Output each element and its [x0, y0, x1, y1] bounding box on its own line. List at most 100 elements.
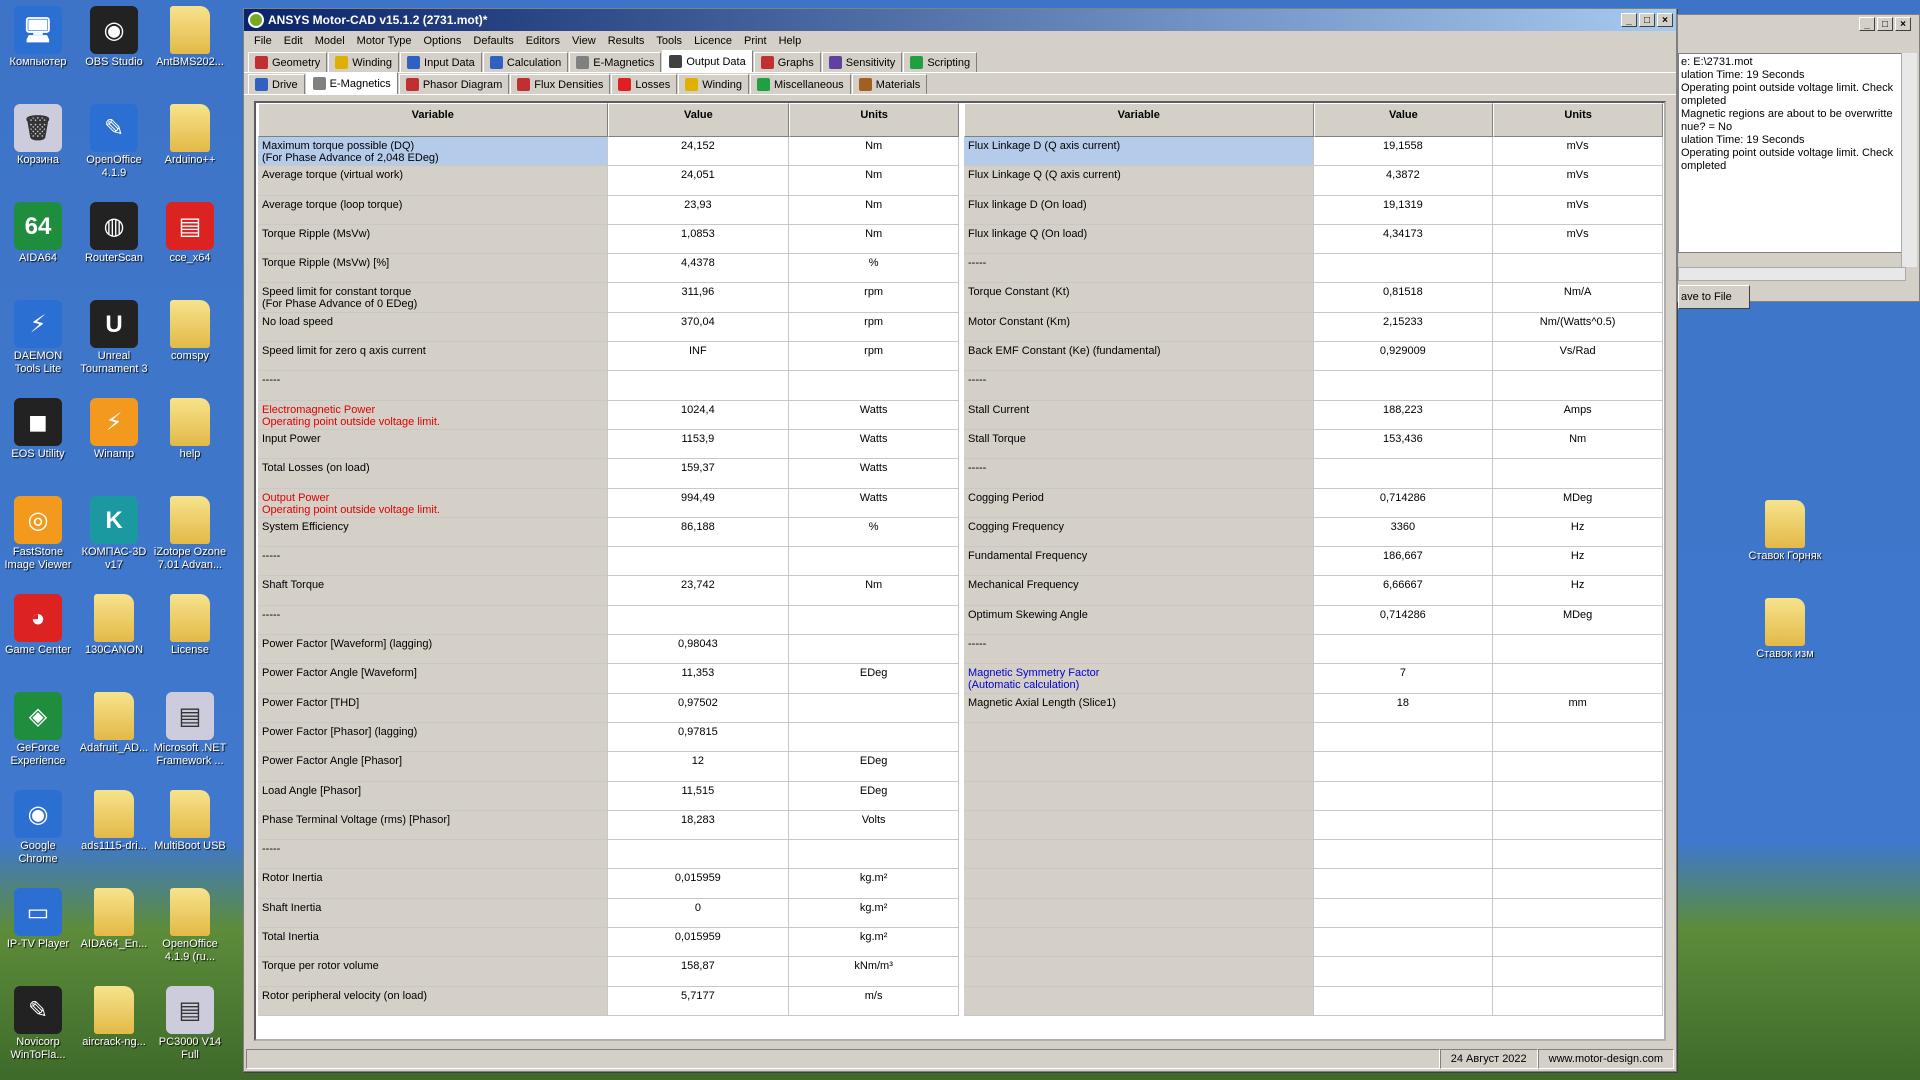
subtab-flux-densities[interactable]: Flux Densities — [510, 74, 611, 94]
table-row[interactable]: ----- — [964, 254, 1664, 284]
tab-output-data[interactable]: Output Data — [662, 50, 753, 72]
table-row[interactable] — [964, 781, 1664, 811]
table-row[interactable]: Power Factor [Phasor] (lagging) 0,97815 — [258, 722, 960, 753]
table-row[interactable]: Speed limit for zero q axis current INF rp… — [258, 342, 960, 372]
table-row[interactable]: Speed limit for constant torque (For Phas… — [258, 283, 960, 313]
table-row[interactable] — [964, 957, 1664, 987]
table-row[interactable]: Torque per rotor volume 158,87 kNm/m³ — [258, 957, 960, 987]
desktop-icon[interactable]: Ставок Горняк — [1745, 496, 1825, 563]
desktop-icon[interactable]: ◍ RouterScan — [76, 198, 152, 265]
log-horizontal-scrollbar[interactable] — [1678, 267, 1906, 281]
tab-winding[interactable]: Winding — [328, 52, 400, 72]
table-row[interactable]: Average torque (loop torque) 23,93 Nm — [258, 195, 960, 225]
variable-header[interactable]: Variable — [964, 103, 1314, 137]
table-row[interactable]: System Efficiency 86,188% — [258, 517, 960, 548]
log-vertical-scrollbar[interactable] — [1901, 53, 1917, 267]
subtab-losses[interactable]: Losses — [611, 74, 678, 94]
desktop-icon[interactable]: ✎ Novicorp WinToFla... — [0, 982, 76, 1062]
table-row[interactable]: Cogging Frequency 3360 Hz — [964, 517, 1664, 548]
table-row[interactable]: Power Factor [THD] 0,97502 — [258, 693, 960, 723]
table-row[interactable] — [964, 752, 1664, 782]
subtab-materials[interactable]: Materials — [851, 74, 928, 94]
table-row[interactable] — [964, 840, 1664, 870]
desktop-icon[interactable]: ▤ Microsoft .NET Framework ... — [152, 688, 228, 768]
table-row[interactable]: ----- — [258, 605, 960, 636]
table-row[interactable]: Rotor peripheral velocity (on load) 5,717… — [258, 986, 960, 1016]
menu-file[interactable]: File — [248, 35, 278, 47]
table-row[interactable]: ----- — [964, 635, 1664, 665]
table-row[interactable]: ----- — [964, 371, 1664, 401]
table-row[interactable]: Power Factor Angle [Waveform] 11,353 EDeg — [258, 664, 960, 694]
table-row[interactable]: Phase Terminal Voltage (rms) [Phasor] 18,… — [258, 810, 960, 841]
menu-licence[interactable]: Licence — [688, 35, 738, 47]
desktop-icon[interactable]: comspy — [152, 296, 228, 363]
table-row[interactable]: ----- — [258, 547, 960, 577]
title-bar[interactable]: ANSYS Motor-CAD v15.1.2 (2731.mot)* _ □ … — [244, 9, 1676, 31]
table-row[interactable]: Flux linkage D (On load) 19,1319 mVs — [964, 195, 1664, 225]
subtab-phasor-diagram[interactable]: Phasor Diagram — [398, 74, 510, 94]
table-row[interactable] — [964, 722, 1664, 753]
table-row[interactable]: Power Factor [Waveform] (lagging) 0,98043 — [258, 635, 960, 665]
desktop-icon[interactable]: aircrack-ng... — [76, 982, 152, 1049]
units-header[interactable]: Units — [1493, 103, 1664, 137]
menu-defaults[interactable]: Defaults — [467, 35, 519, 47]
desktop-icon[interactable]: ⚡ Winamp — [76, 394, 152, 461]
units-header[interactable]: Units — [789, 103, 959, 137]
desktop-icon[interactable]: K КОМПАС-3D v17 — [76, 492, 152, 572]
close-button[interactable]: × — [1657, 13, 1673, 27]
desktop-icon[interactable]: Arduino++ — [152, 100, 228, 167]
menu-print[interactable]: Print — [738, 35, 773, 47]
table-row[interactable]: ----- — [258, 840, 960, 870]
value-header[interactable]: Value — [1313, 103, 1494, 137]
desktop-icon[interactable]: ◼ EOS Utility — [0, 394, 76, 461]
desktop-icon[interactable]: U Unreal Tournament 3 — [76, 296, 152, 376]
table-row[interactable]: Power Factor Angle [Phasor] 12 EDeg — [258, 752, 960, 782]
desktop-icon[interactable]: ✎ OpenOffice 4.1.9 — [76, 100, 152, 180]
table-row[interactable]: Cogging Period 0,714286 MDeg — [964, 488, 1664, 518]
table-row[interactable] — [964, 986, 1664, 1016]
table-row[interactable]: Torque Ripple (MsVw) 1,0853 Nm — [258, 224, 960, 255]
table-row[interactable]: Stall Torque 153,436 Nm — [964, 429, 1664, 460]
table-row[interactable]: Flux Linkage D (Q axis current) 19,1558 mV… — [964, 137, 1664, 167]
table-row[interactable]: No load speed 370,04 rpm — [258, 312, 960, 343]
table-row[interactable]: ----- — [964, 459, 1664, 489]
table-row[interactable]: Average torque (virtual work) 24,051 Nm — [258, 166, 960, 196]
menu-editors[interactable]: Editors — [520, 35, 566, 47]
desktop-icon[interactable]: 🗑 Корзина — [0, 100, 76, 167]
table-row[interactable]: Magnetic Axial Length (Slice1) 18 mm — [964, 693, 1664, 723]
table-row[interactable]: Fundamental Frequency 186,667 Hz — [964, 547, 1664, 577]
save-to-file-button[interactable]: ave to File — [1678, 285, 1750, 309]
desktop-icon[interactable]: OpenOffice 4.1.9 (ru... — [152, 884, 228, 964]
desktop-icon[interactable]: iZotope Ozone 7.01 Advan... — [152, 492, 228, 572]
tab-calculation[interactable]: Calculation — [482, 52, 569, 72]
table-row[interactable]: Shaft Torque 23,742 Nm — [258, 576, 960, 606]
log-minimize-button[interactable]: _ — [1859, 17, 1875, 31]
desktop-icon[interactable]: 64 AIDA64 — [0, 198, 76, 265]
desktop-icon[interactable]: License — [152, 590, 228, 657]
tab-scripting[interactable]: Scripting — [903, 52, 978, 72]
tab-graphs[interactable]: Graphs — [753, 52, 821, 72]
tab-geometry[interactable]: Geometry — [248, 52, 328, 72]
subtab-e-magnetics[interactable]: E-Magnetics — [305, 72, 398, 94]
table-row[interactable]: Electromagnetic Power Operating point out… — [258, 400, 960, 430]
tab-sensitivity[interactable]: Sensitivity — [821, 52, 903, 72]
desktop-icon[interactable]: AIDA64_En... — [76, 884, 152, 951]
desktop-icon[interactable]: ◕ Game Center — [0, 590, 76, 657]
table-row[interactable]: Magnetic Symmetry Factor (Automatic calcu… — [964, 664, 1664, 694]
desktop-icon[interactable]: help — [152, 394, 228, 461]
menu-tools[interactable]: Tools — [650, 35, 688, 47]
log-maximize-button[interactable]: □ — [1877, 17, 1893, 31]
table-row[interactable] — [964, 898, 1664, 929]
table-row[interactable]: Flux linkage Q (On load) 4,34173 mVs — [964, 224, 1664, 255]
subtab-winding[interactable]: Winding — [678, 74, 749, 94]
table-row[interactable]: Torque Constant (Kt) 0,81518 Nm/A — [964, 283, 1664, 313]
tab-input-data[interactable]: Input Data — [400, 52, 482, 72]
table-row[interactable] — [964, 928, 1664, 958]
table-row[interactable]: Stall Current 188,223 Amps — [964, 400, 1664, 430]
desktop-icon[interactable]: ads1115-dri... — [76, 786, 152, 853]
desktop-icon[interactable]: Adafruit_AD... — [76, 688, 152, 755]
desktop-icon[interactable]: MultiBoot USB — [152, 786, 228, 853]
table-row[interactable]: Torque Ripple (MsVw) [%] 4,4378% — [258, 254, 960, 284]
menu-edit[interactable]: Edit — [278, 35, 309, 47]
table-row[interactable] — [964, 810, 1664, 841]
